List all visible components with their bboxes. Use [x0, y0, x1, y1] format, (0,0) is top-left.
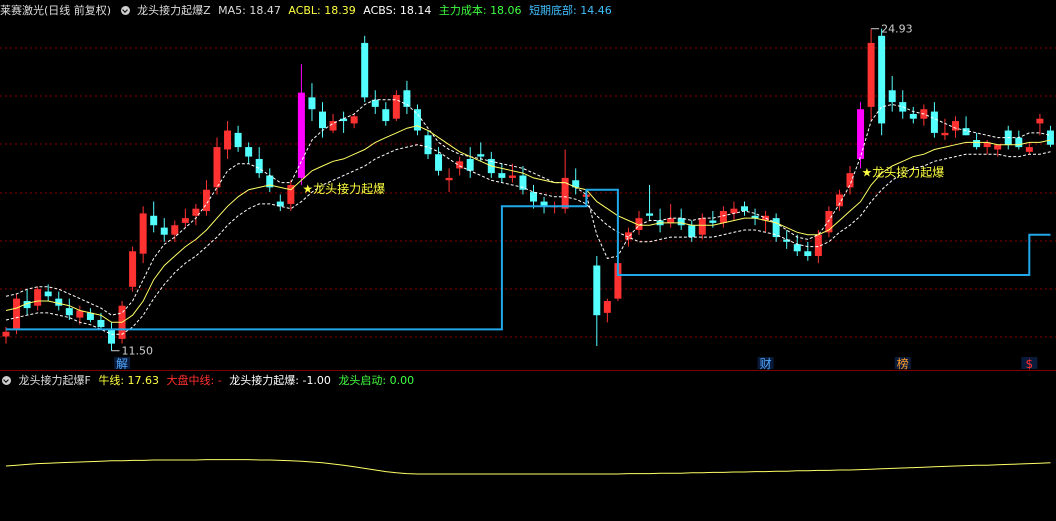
candle-body [160, 227, 168, 235]
candles [2, 28, 1054, 351]
candle-body [308, 97, 316, 110]
candle-body [150, 215, 158, 226]
candle-body [930, 111, 938, 133]
candle-body [234, 132, 242, 148]
candle-body [688, 225, 696, 238]
candle-body [297, 92, 305, 178]
finance-marker: 财 [760, 357, 772, 370]
candle-body [498, 173, 506, 178]
start-value: 0.00 [389, 374, 415, 387]
candle-body [224, 130, 232, 150]
candle-body [1025, 147, 1033, 152]
bull-value: 17.63 [127, 374, 160, 387]
candle-body [677, 218, 685, 226]
candle-body [319, 111, 326, 129]
candle-body [888, 90, 896, 103]
candle-body [65, 308, 73, 316]
candle-body [952, 121, 959, 131]
candle-body [139, 213, 147, 254]
candle-body [878, 35, 886, 124]
bull-label: 牛线: [98, 374, 125, 387]
candle-body [804, 251, 812, 257]
candle-body [667, 218, 675, 223]
candle-body [973, 139, 981, 148]
candle-body [181, 218, 189, 223]
candle-body [2, 331, 10, 337]
signal-label: 龙头接力起爆: [229, 374, 299, 387]
candle-body [867, 42, 875, 107]
candle-body [1036, 118, 1044, 124]
candle-body [213, 147, 221, 188]
candle-body [1015, 137, 1023, 148]
midline-value: - [217, 374, 222, 387]
candle-body [709, 220, 717, 223]
candle-body [361, 42, 369, 98]
sub-chart-header: 龙头接力起爆F 牛线: 17.63 大盘中线: - 龙头接力起爆: -1.00 … [0, 372, 1056, 390]
signal-label: ★龙头接力起爆 [862, 164, 945, 179]
candle-body [719, 211, 727, 223]
bull-line [5, 459, 1051, 475]
candle-body [55, 298, 63, 306]
candle-body [13, 298, 21, 330]
candle-body [97, 319, 105, 328]
short-term-bottom-line [6, 188, 1051, 331]
candle-body [593, 265, 601, 316]
candle-body [825, 211, 833, 233]
dividend-marker: $ [1026, 357, 1034, 370]
candle-body [392, 95, 400, 119]
candle-body [793, 244, 801, 252]
low-price-label: 11.50 [122, 345, 154, 358]
pane-divider[interactable] [0, 370, 1056, 371]
candle-body [445, 177, 453, 181]
candle-body [909, 113, 917, 119]
candle-body [202, 189, 210, 212]
upper-band-line [5, 99, 1051, 316]
indicator-lines [5, 28, 1051, 352]
event-markers: 解 财 榜 $ [114, 356, 1038, 370]
midline-label: 大盘中线: [166, 374, 215, 387]
ma-line [5, 125, 1051, 323]
candle-body [994, 144, 1002, 150]
candle-body [34, 289, 42, 306]
candle-body [698, 218, 706, 235]
candle-body [477, 154, 485, 157]
high-price-label: 24.93 [881, 23, 913, 36]
candle-body [245, 147, 253, 157]
candle-body [962, 128, 970, 136]
candle-body [466, 158, 474, 171]
candle-body [255, 158, 263, 174]
candle-body [350, 116, 358, 124]
candle-body [424, 135, 432, 155]
candle-body [171, 225, 179, 235]
candle-body [730, 208, 738, 214]
rank-marker: 榜 [897, 356, 909, 370]
start-label: 龙头启动: [338, 374, 387, 387]
unlock-marker: 解 [116, 357, 128, 370]
sub-indicator-name[interactable]: 龙头接力起爆F [19, 374, 91, 387]
candle-body [508, 175, 516, 178]
signal-label: ★龙头接力起爆 [302, 181, 385, 196]
candle-body [857, 109, 865, 159]
candle-body [741, 206, 748, 212]
candle-body [846, 173, 854, 188]
signal-value: -1.00 [302, 374, 331, 387]
indicator-dropdown-icon[interactable] [2, 376, 11, 385]
candle-body [603, 301, 611, 313]
candle-body [371, 99, 379, 107]
candle-body [44, 291, 52, 297]
sub-indicator-line [5, 459, 1051, 475]
candle-body [382, 109, 390, 122]
candlestick-chart[interactable]: 24.93 11.50 ★龙头接力起爆 ★龙头接力起爆 解 财 榜 $ [0, 0, 1056, 370]
candle-body [941, 132, 949, 136]
candle-body [530, 192, 537, 202]
candle-body [129, 251, 137, 287]
candle-body [646, 213, 654, 216]
candle-body [435, 154, 443, 171]
candle-body [1046, 130, 1054, 145]
grid-lines [0, 47, 1056, 338]
candle-body [108, 329, 115, 344]
